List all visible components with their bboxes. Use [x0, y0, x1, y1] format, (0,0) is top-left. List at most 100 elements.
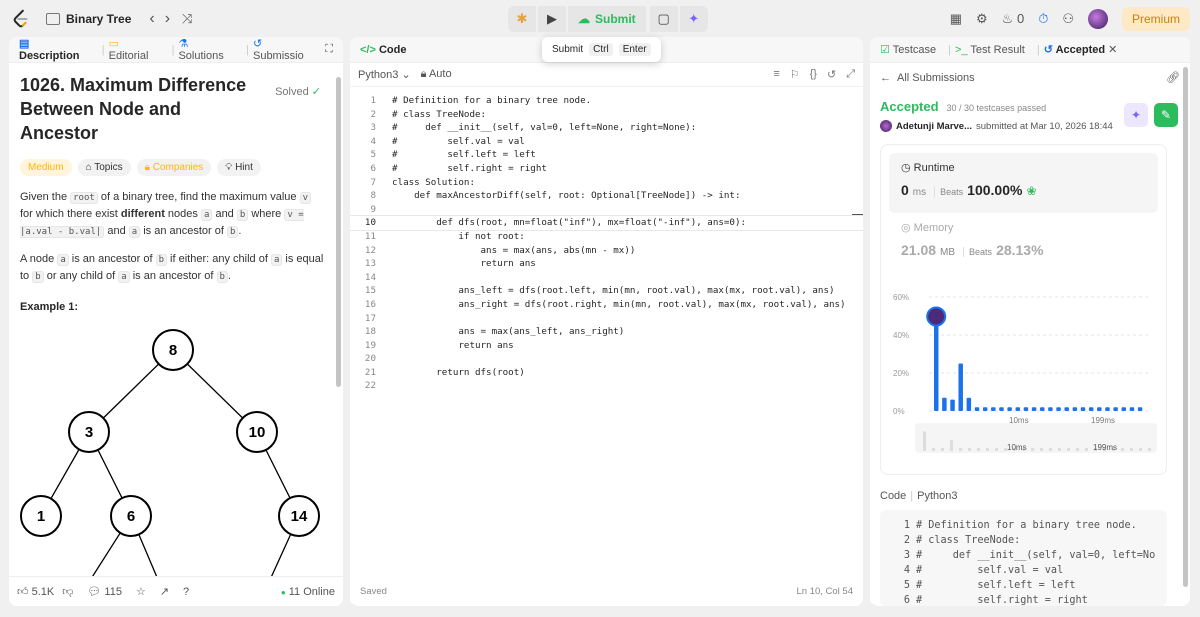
- submit-button[interactable]: ☁ Submit: [568, 6, 646, 32]
- tab-test-result[interactable]: >_ Test Result: [955, 44, 1025, 56]
- desc-code: a: [128, 226, 141, 238]
- format-icon[interactable]: ≡: [773, 68, 779, 81]
- link-icon[interactable]: 🔗︎: [1166, 71, 1180, 84]
- analyze-button[interactable]: ✦: [1124, 103, 1148, 127]
- language-select[interactable]: Python3 ⌄: [358, 68, 411, 81]
- overview-bar: [959, 447, 962, 451]
- code-line[interactable]: 6 # self.right = right: [350, 162, 863, 176]
- code-text: # self.right = right: [392, 162, 547, 174]
- notes-button[interactable]: ▢: [649, 6, 678, 32]
- user-name[interactable]: Adetunji Marve...: [896, 121, 972, 132]
- code-line[interactable]: 1 # Definition for a binary tree node.: [350, 94, 863, 108]
- code-line[interactable]: 12 ans = max(ans, abs(mn - mx)): [350, 244, 863, 258]
- tab-submissions[interactable]: ↺ Submissio: [253, 37, 313, 62]
- layout-icon[interactable]: ▦: [950, 11, 962, 27]
- code-line[interactable]: 16 ans_right = dfs(root.right, min(mn, r…: [350, 298, 863, 312]
- code-line[interactable]: 10 def dfs(root, mn=float("inf"), mx=flo…: [350, 215, 863, 231]
- line-number: 4: [370, 135, 376, 147]
- code-text: # def __init__(self, val=0, left=None, r…: [392, 122, 697, 134]
- code-line[interactable]: 17: [350, 312, 863, 326]
- code-line[interactable]: 9: [350, 203, 863, 217]
- chart-bar: [1129, 407, 1135, 411]
- code-line[interactable]: 2 # class TreeNode:: [350, 108, 863, 122]
- like-button[interactable]: 👍︎ 5.1K: [17, 585, 54, 598]
- tab-testcase[interactable]: ☑ Testcase: [880, 43, 936, 56]
- hint-chip[interactable]: 💡︎ Hint: [217, 159, 261, 176]
- bookmark-icon[interactable]: ⚐: [790, 68, 800, 81]
- companies-chip[interactable]: 🔒︎ Companies: [136, 159, 212, 176]
- tab-solutions[interactable]: ⚗ Solutions: [178, 37, 234, 62]
- y-tick-label: 40%: [893, 331, 909, 340]
- leetcode-logo-icon[interactable]: [10, 8, 32, 30]
- problem-title[interactable]: 1026. Maximum Difference Between Node an…: [20, 73, 260, 145]
- comments-button[interactable]: 💬︎ 115: [87, 585, 122, 598]
- premium-button[interactable]: Premium: [1121, 7, 1190, 31]
- star-icon[interactable]: ☆: [136, 585, 146, 598]
- autocomplete-toggle[interactable]: 🔒︎ Auto: [421, 68, 452, 81]
- code-line[interactable]: 22: [350, 379, 863, 393]
- runtime-label: Runtime: [913, 162, 955, 174]
- dislike-icon[interactable]: 👎︎: [62, 585, 73, 598]
- run-button[interactable]: ▶: [538, 6, 566, 32]
- difficulty-chip[interactable]: Medium: [20, 159, 72, 176]
- topics-chip[interactable]: ⌂ Topics: [77, 159, 131, 176]
- desc-text: where: [248, 208, 285, 220]
- next-problem-icon[interactable]: ›: [165, 10, 170, 28]
- runtime-box[interactable]: ◷ Runtime 0 ms Beats 100.00% ❀: [889, 153, 1158, 213]
- problem-list-button[interactable]: Binary Tree: [46, 12, 131, 26]
- code-line[interactable]: 7 class Solution:: [350, 176, 863, 190]
- code-line[interactable]: 19 return ans: [350, 339, 863, 353]
- debug-button[interactable]: ✱: [508, 6, 536, 32]
- tab-code[interactable]: </> Code: [360, 44, 406, 56]
- solution-button[interactable]: ✎: [1154, 103, 1178, 127]
- line-number: 5: [370, 149, 376, 161]
- tab-description[interactable]: ▤ Description: [19, 37, 90, 62]
- avatar[interactable]: [1087, 9, 1108, 29]
- code-line[interactable]: 13 return ans: [350, 257, 863, 271]
- shuffle-icon[interactable]: ⤨: [182, 11, 192, 27]
- code-line[interactable]: 14: [350, 271, 863, 285]
- streak-button[interactable]: ♨ 0: [1002, 11, 1025, 27]
- user-avatar[interactable]: [880, 120, 892, 132]
- close-icon[interactable]: ✕: [1108, 44, 1117, 56]
- braces-icon[interactable]: {}: [810, 68, 817, 81]
- code-line[interactable]: 21 return dfs(root): [350, 366, 863, 380]
- code-line[interactable]: 15 ans_left = dfs(root.left, min(mn, roo…: [350, 284, 863, 298]
- submitted-code[interactable]: 1 # Definition for a binary tree node. 2 # …: [880, 510, 1167, 606]
- expand-icon[interactable]: ⤢: [846, 68, 855, 81]
- code-lines[interactable]: 1 # Definition for a binary tree node. 2 # …: [350, 94, 863, 393]
- code-line[interactable]: 8 def maxAncestorDiff(self, root: Option…: [350, 189, 863, 203]
- code-line[interactable]: 5 # self.left = left: [350, 148, 863, 162]
- runtime-distribution-chart[interactable]: 60%40%20%0%10ms 199ms10ms 199ms: [889, 289, 1161, 469]
- chart-bar: [1072, 407, 1078, 411]
- help-icon[interactable]: ?: [183, 586, 189, 598]
- result-scrollbar[interactable]: [1183, 67, 1188, 587]
- expand-icon[interactable]: ⛶: [325, 43, 333, 56]
- settings-icon[interactable]: ⚙: [976, 11, 988, 27]
- tab-accepted[interactable]: ↺ Accepted ✕: [1044, 43, 1118, 56]
- code-line[interactable]: 4 # self.val = val: [350, 135, 863, 149]
- ai-button[interactable]: ✦: [679, 6, 708, 32]
- add-friend-icon[interactable]: ⚇: [1062, 11, 1074, 27]
- share-icon[interactable]: ↗: [160, 585, 169, 598]
- accepted-label: Accepted: [880, 99, 939, 114]
- code-line[interactable]: 18 ans = max(ans_left, ans_right): [350, 325, 863, 339]
- history-icon: ↺: [1043, 44, 1053, 56]
- reset-icon[interactable]: ↺: [827, 68, 836, 81]
- prev-problem-icon[interactable]: ‹: [149, 10, 154, 28]
- user-marker-avatar: [926, 306, 947, 327]
- runtime-beats-label: Beats: [934, 187, 963, 197]
- submitted-code-line: 6 # self.right = right: [886, 593, 1161, 606]
- solved-badge: Solved ✓: [275, 85, 321, 98]
- tab-editorial[interactable]: ▭ Editorial: [109, 37, 160, 62]
- all-submissions-link[interactable]: ← All Submissions 🔗︎: [880, 71, 1180, 85]
- code-line[interactable]: 3 # def __init__(self, val=0, left=None, …: [350, 121, 863, 135]
- memory-box[interactable]: ◎ Memory 21.08 MB Beats 28.13%: [889, 213, 1158, 266]
- chart-bar: [991, 407, 996, 411]
- code-line[interactable]: 20: [350, 352, 863, 366]
- description-scrollbar[interactable]: [336, 77, 341, 387]
- code-line[interactable]: 11 if not root:: [350, 230, 863, 244]
- overview-bar: [977, 448, 980, 451]
- timer-icon[interactable]: ⏱: [1038, 11, 1048, 27]
